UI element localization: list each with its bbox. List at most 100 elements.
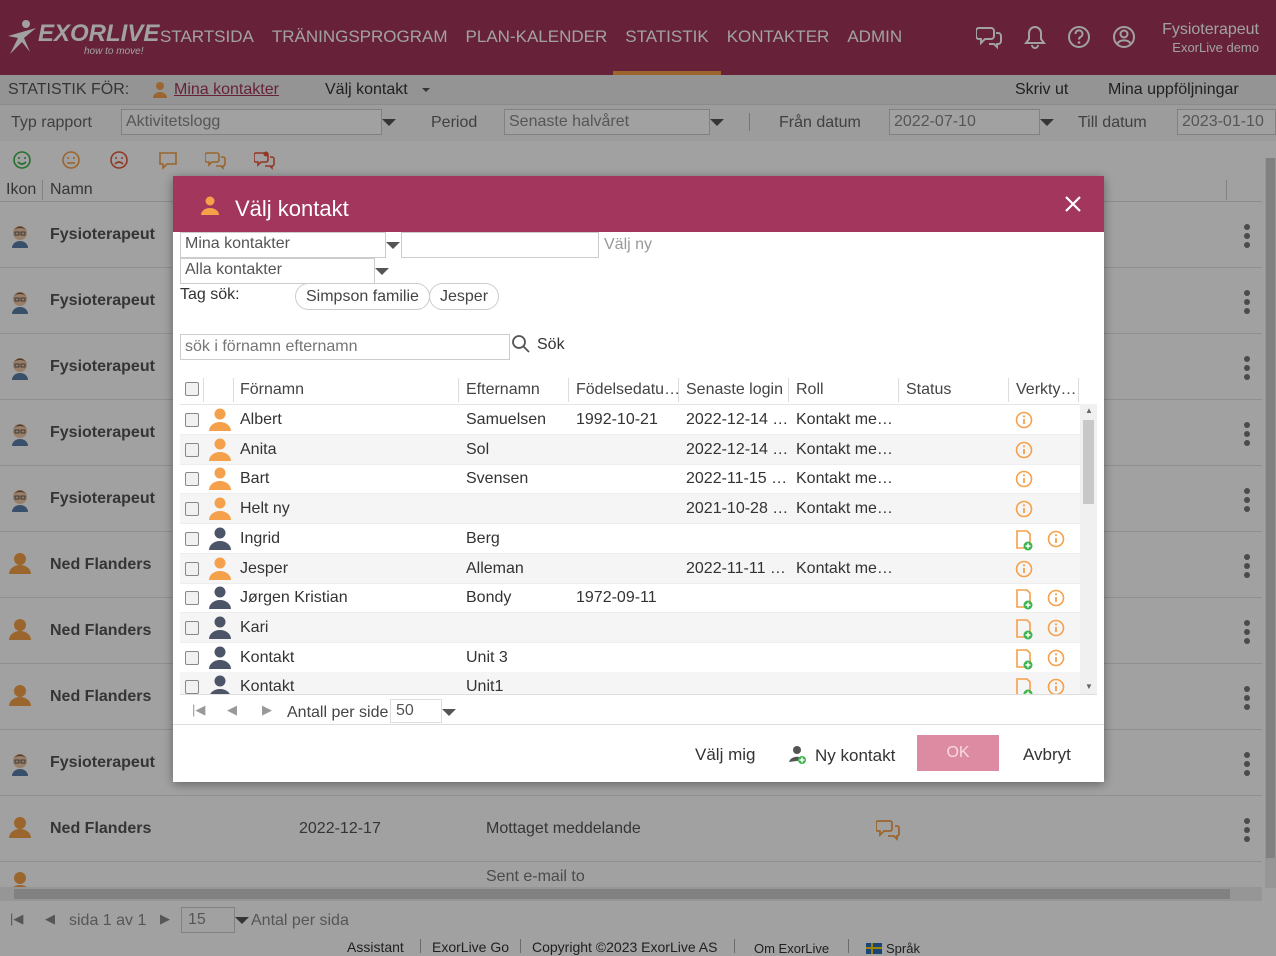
grid-pager: |◀ ◀ ▶ Antall per side 50	[180, 694, 1097, 725]
info-icon[interactable]	[1015, 470, 1033, 488]
row-checkbox[interactable]	[185, 502, 199, 517]
next-page-icon[interactable]: ▶	[262, 702, 272, 718]
column-birth-date[interactable]: Födelsedatu…	[576, 381, 680, 399]
previous-page-icon[interactable]: ◀	[227, 702, 237, 718]
search-icon[interactable]	[511, 334, 531, 354]
column-role[interactable]: Roll	[796, 381, 824, 399]
select-all-checkbox[interactable]	[185, 382, 199, 396]
column-status[interactable]: Status	[906, 381, 951, 399]
info-icon[interactable]	[1015, 441, 1033, 459]
row-checkbox[interactable]	[185, 561, 199, 576]
grid-scrollbar[interactable]: ▲ ▼	[1080, 404, 1097, 694]
add-program-icon[interactable]	[1015, 677, 1033, 694]
grid-body: Albert Samuelsen 1992-10-21 2022-12-14 … Kon…	[180, 404, 1080, 694]
new-contact-button[interactable]: Ny kontakt	[815, 746, 895, 766]
close-icon[interactable]	[1063, 194, 1083, 214]
column-last-name[interactable]: Efternamn	[466, 381, 540, 399]
cell-last: Bondy	[466, 589, 512, 607]
contact-row[interactable]: Jesper Alleman 2022-11-11 … Kontakt me…	[180, 553, 1080, 584]
cell-birth: 1972-09-11	[576, 589, 657, 607]
contact-person-icon	[209, 616, 231, 639]
cell-last: Alleman	[466, 559, 524, 577]
cell-last: Berg	[466, 529, 500, 547]
info-icon[interactable]	[1047, 619, 1065, 637]
column-first-name[interactable]: Förnamn	[240, 381, 304, 399]
contact-row[interactable]: Jørgen Kristian Bondy 1972-09-11	[180, 583, 1080, 614]
per-page-label: Antall per side	[287, 704, 389, 721]
contact-row[interactable]: Helt ny 2021-10-28 … Kontakt me…	[180, 494, 1080, 525]
info-icon[interactable]	[1047, 589, 1065, 607]
row-checkbox[interactable]	[185, 591, 199, 606]
info-icon[interactable]	[1015, 560, 1033, 578]
column-tools[interactable]: Verkty…	[1016, 381, 1076, 399]
cell-login: 2022-12-14 …	[686, 440, 789, 458]
cell-first: Jørgen Kristian	[240, 589, 348, 607]
choose-contact-dialog: Välj kontakt Mina kontakter Välj ny Alla…	[173, 176, 1104, 782]
add-person-icon	[789, 746, 806, 764]
add-program-icon[interactable]	[1015, 618, 1033, 640]
contact-row[interactable]: Anita Sol 2022-12-14 … Kontakt me…	[180, 434, 1080, 465]
contact-row[interactable]: Ingrid Berg	[180, 524, 1080, 554]
cell-role: Kontakt me…	[796, 470, 893, 488]
choose-me-button[interactable]: Välj mig	[695, 745, 755, 765]
row-checkbox[interactable]	[185, 413, 199, 427]
row-checkbox[interactable]	[185, 680, 199, 694]
grid-header: Förnamn Efternamn Födelsedatu… Senaste l…	[180, 374, 1080, 404]
cell-login: 2022-12-14 …	[686, 411, 789, 428]
ok-button[interactable]: OK	[917, 735, 999, 771]
tag-simpson-familie[interactable]: Simpson familie	[295, 283, 430, 310]
contact-row[interactable]: Kari	[180, 612, 1080, 643]
contact-row[interactable]: Bart Svensen 2022-11-15 … Kontakt me…	[180, 464, 1080, 495]
chevron-down-icon[interactable]	[386, 242, 400, 249]
row-checkbox[interactable]	[185, 620, 199, 635]
info-icon[interactable]	[1047, 678, 1065, 694]
add-program-icon[interactable]	[1015, 588, 1033, 610]
row-checkbox[interactable]	[185, 442, 199, 457]
contact-scope-select[interactable]: Mina kontakter	[180, 232, 386, 258]
cell-first: Ingrid	[240, 529, 281, 547]
info-icon[interactable]	[1015, 500, 1033, 518]
chevron-down-icon[interactable]	[442, 709, 456, 716]
cancel-button[interactable]: Avbryt	[1023, 745, 1071, 765]
scroll-down-icon[interactable]: ▼	[1085, 682, 1093, 691]
row-checkbox[interactable]	[185, 472, 199, 487]
contact-row[interactable]: Albert Samuelsen 1992-10-21 2022-12-14 … Kon…	[180, 405, 1080, 435]
cell-login: 2022-11-15 …	[686, 470, 788, 488]
chevron-down-icon[interactable]	[375, 268, 389, 275]
contact-row[interactable]: Kontakt Unit1	[180, 672, 1080, 694]
cell-last: Samuelsen	[466, 411, 547, 428]
row-checkbox[interactable]	[185, 531, 199, 546]
cell-last: Sol	[466, 440, 490, 458]
contact-filter-select[interactable]: Alla kontakter	[180, 258, 375, 284]
add-program-icon[interactable]	[1015, 648, 1033, 670]
search-button[interactable]: Sök	[537, 336, 565, 354]
row-checkbox[interactable]	[185, 650, 199, 665]
per-page-select[interactable]: 50	[390, 699, 442, 723]
choose-new-button[interactable]: Välj ny	[604, 236, 652, 254]
cell-first: Helt ny	[240, 500, 290, 518]
first-page-icon[interactable]: |◀	[192, 702, 205, 718]
search-input[interactable]	[180, 334, 510, 360]
add-program-icon[interactable]	[1015, 529, 1033, 551]
new-contact-input[interactable]	[401, 232, 599, 258]
cell-role: Kontakt me…	[796, 440, 893, 458]
cell-birth: 1992-10-21	[576, 411, 658, 428]
column-last-login[interactable]: Senaste login	[686, 381, 783, 399]
contact-person-icon	[210, 675, 230, 694]
cell-last: Unit 3	[466, 648, 508, 666]
scroll-up-icon[interactable]: ▲	[1085, 406, 1093, 415]
contact-person-icon	[209, 438, 231, 461]
tag-search-label: Tag sök:	[180, 286, 240, 303]
person-icon	[201, 196, 219, 215]
contact-person-icon	[209, 497, 231, 521]
cell-login: 2022-11-11 …	[686, 559, 786, 577]
cell-first: Anita	[240, 440, 277, 458]
tag-jesper[interactable]: Jesper	[429, 283, 500, 310]
cell-first: Albert	[240, 411, 282, 428]
contact-row[interactable]: Kontakt Unit 3	[180, 643, 1080, 673]
info-icon[interactable]	[1047, 530, 1065, 548]
info-icon[interactable]	[1015, 411, 1033, 429]
dialog-header: Välj kontakt	[173, 176, 1104, 232]
info-icon[interactable]	[1047, 649, 1065, 667]
cell-first: Bart	[240, 470, 270, 488]
